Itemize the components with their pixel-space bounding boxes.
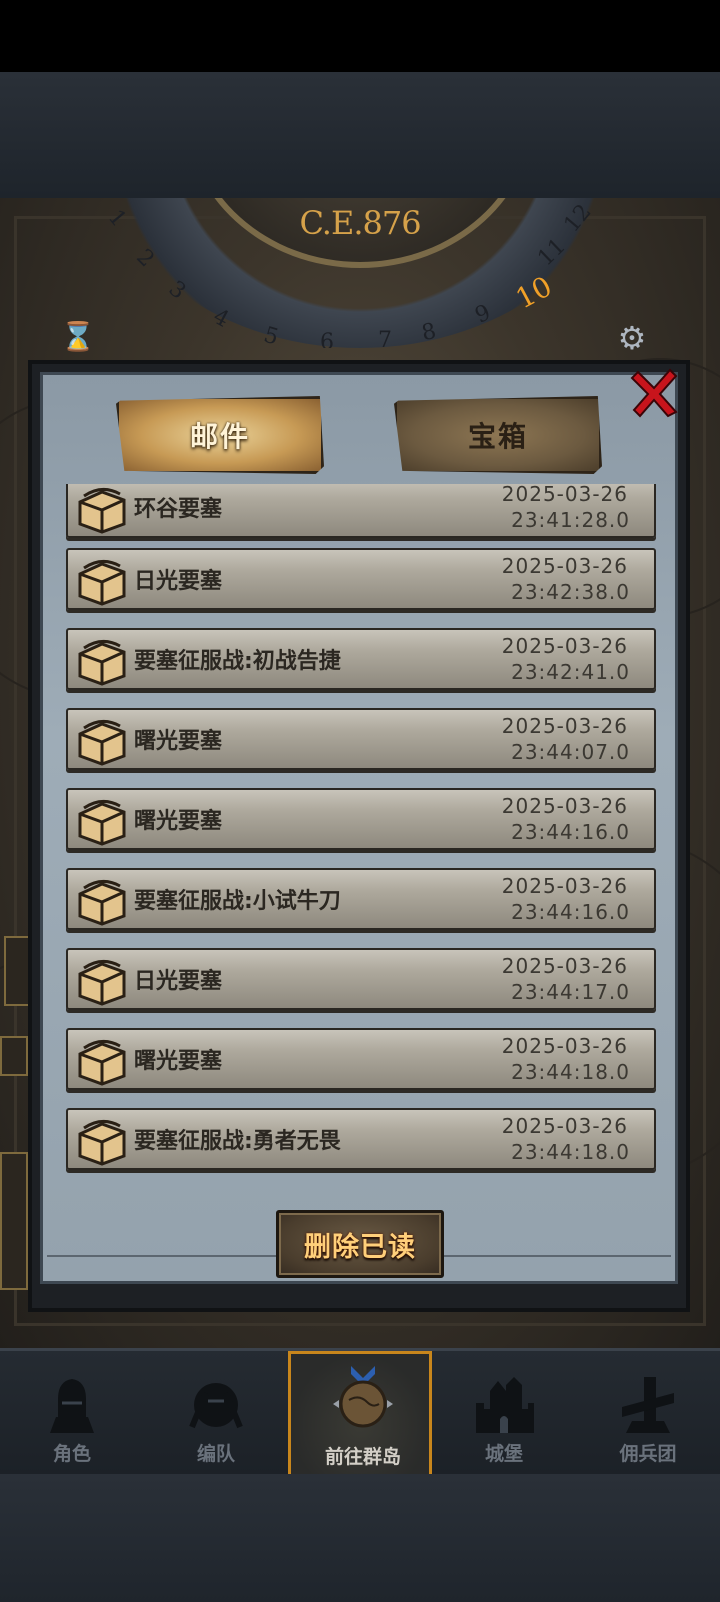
nav-label: 角色: [52, 1443, 91, 1465]
delete-read-label: 删除已读: [304, 1231, 416, 1263]
castle-icon: [476, 1377, 534, 1433]
mail-title: 要塞征服战:勇者无畏: [134, 1129, 341, 1154]
side-search-marker[interactable]: [0, 1152, 28, 1290]
mail-date: 2025-03-26: [501, 794, 628, 818]
knight-helmet-icon: [50, 1379, 94, 1433]
mail-time: 23:44:16.0: [511, 820, 630, 844]
status-bar: [0, 0, 720, 72]
treasure-chest-icon: [78, 488, 126, 534]
party-formation-icon: [189, 1383, 243, 1429]
nav-item-islands[interactable]: 前往群岛: [288, 1351, 432, 1477]
mail-title: 日光要塞: [134, 569, 223, 594]
mail-title: 曙光要塞: [134, 809, 223, 834]
mail-title: 曙光要塞: [134, 729, 223, 754]
nav-label: 前往群岛: [324, 1446, 401, 1468]
nav-label: 城堡: [484, 1443, 523, 1465]
calendar-month-number: 6: [320, 330, 334, 348]
mail-list[interactable]: 环谷要塞 2025-03-26 23:41:28.0 日光要塞 2025-03-…: [66, 484, 658, 1204]
mail-time: 23:42:41.0: [511, 660, 630, 684]
mail-date: 2025-03-26: [501, 1034, 628, 1058]
mail-date: 2025-03-26: [501, 554, 628, 578]
mail-time: 23:44:17.0: [511, 980, 630, 1004]
mail-time: 23:44:18.0: [511, 1060, 630, 1084]
top-band: [0, 72, 720, 198]
mail-time: 23:44:16.0: [511, 900, 630, 924]
close-icon: [630, 368, 678, 418]
mail-date: 2025-03-26: [501, 484, 628, 506]
treasure-chest-icon: [78, 880, 126, 926]
treasure-chest-icon: [78, 1040, 126, 1086]
delete-read-button[interactable]: 删除已读: [276, 1210, 444, 1278]
mail-date: 2025-03-26: [501, 1114, 628, 1138]
mail-time: 23:42:38.0: [511, 580, 630, 604]
mail-item[interactable]: 曙光要塞 2025-03-26 23:44:16.0: [66, 788, 656, 850]
nav-item-mercenary[interactable]: 佣兵团: [576, 1351, 720, 1477]
mail-time: 23:44:07.0: [511, 740, 630, 764]
close-button[interactable]: [628, 364, 682, 420]
gear-icon[interactable]: ⚙: [612, 318, 652, 358]
treasure-chest-icon: [78, 960, 126, 1006]
tab-chest[interactable]: 宝箱: [394, 396, 602, 474]
mail-time: 23:44:18.0: [511, 1140, 630, 1164]
bottom-nav: 角色 编队 前往群岛 城堡 佣兵团: [0, 1348, 720, 1477]
calendar-month-number: 7: [378, 328, 392, 348]
treasure-chest-icon: [78, 1120, 126, 1166]
mail-date: 2025-03-26: [501, 714, 628, 738]
mail-item[interactable]: 曙光要塞 2025-03-26 23:44:18.0: [66, 1028, 656, 1090]
mail-date: 2025-03-26: [501, 634, 628, 658]
mail-item[interactable]: 要塞征服战:勇者无畏 2025-03-26 23:44:18.0: [66, 1108, 656, 1170]
mail-title: 要塞征服战:初战告捷: [134, 649, 341, 674]
mail-title: 要塞征服战:小试牛刀: [134, 889, 341, 914]
mail-title: 环谷要塞: [134, 497, 223, 522]
mail-item[interactable]: 要塞征服战:小试牛刀 2025-03-26 23:44:16.0: [66, 868, 656, 930]
nav-item-castle[interactable]: 城堡: [432, 1351, 576, 1477]
tab-chest-label: 宝箱: [467, 420, 528, 453]
treasure-chest-icon: [78, 720, 126, 766]
tab-mail-label: 邮件: [189, 420, 250, 453]
hourglass-icon[interactable]: ⌛: [58, 320, 98, 356]
mail-title: 日光要塞: [134, 969, 223, 994]
calendar-dial: C.E.876 1 2 3 4 5 6 7 8 9 10 11 12: [84, 198, 636, 348]
nav-item-formation[interactable]: 编队: [144, 1351, 288, 1477]
nav-label: 编队: [196, 1443, 235, 1465]
side-quest-marker[interactable]: [4, 936, 30, 1006]
mercenary-banner-icon: [622, 1377, 674, 1433]
mail-item[interactable]: 日光要塞 2025-03-26 23:44:17.0: [66, 948, 656, 1010]
nav-label: 佣兵团: [619, 1443, 677, 1465]
treasure-chest-icon: [78, 560, 126, 606]
globe-compass-icon: [333, 1366, 393, 1428]
mail-item[interactable]: 环谷要塞 2025-03-26 23:41:28.0: [66, 484, 656, 538]
tab-mail[interactable]: 邮件: [116, 396, 324, 474]
mail-date: 2025-03-26: [501, 874, 628, 898]
treasure-chest-icon: [78, 800, 126, 846]
mail-date: 2025-03-26: [501, 954, 628, 978]
side-target-marker[interactable]: [0, 1036, 28, 1076]
bottom-strip: [0, 1474, 720, 1602]
nav-item-character[interactable]: 角色: [0, 1351, 144, 1477]
mail-time: 23:41:28.0: [511, 508, 630, 532]
mail-item[interactable]: 要塞征服战:初战告捷 2025-03-26 23:42:41.0: [66, 628, 656, 690]
mail-item[interactable]: 日光要塞 2025-03-26 23:42:38.0: [66, 548, 656, 610]
mail-item[interactable]: 曙光要塞 2025-03-26 23:44:07.0: [66, 708, 656, 770]
mail-title: 曙光要塞: [134, 1049, 223, 1074]
treasure-chest-icon: [78, 640, 126, 686]
